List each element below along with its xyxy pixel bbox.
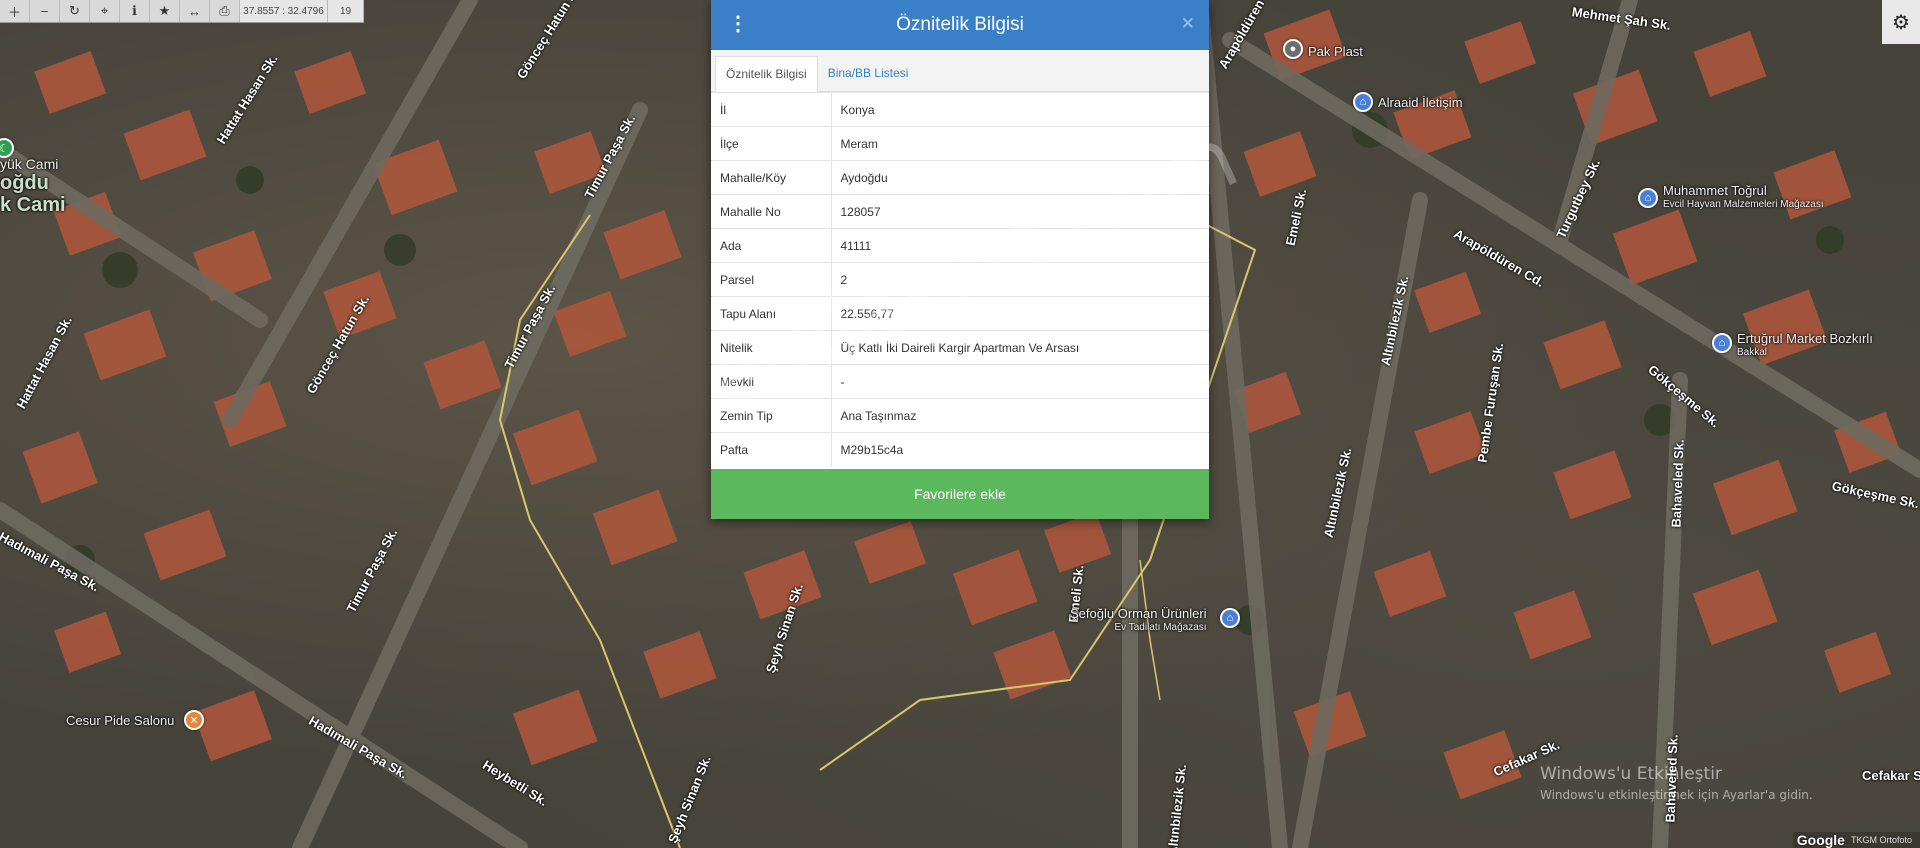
poi-name: Muhammet Toğrul (1663, 183, 1767, 198)
attribute-key: Zemin Tip (711, 398, 832, 433)
poi-label-cami[interactable]: oğdu k Cami (0, 172, 66, 216)
tab-building-list[interactable]: Bina/BB Listesi (818, 55, 919, 91)
kebab-menu-icon[interactable]: ⋮ (728, 12, 748, 36)
measure-icon[interactable]: ↔ (180, 0, 210, 22)
attribute-key: Pafta (711, 432, 832, 467)
locate-icon[interactable]: ⌖ (90, 0, 120, 22)
attribute-key: Nitelik (711, 330, 832, 365)
attribute-value: 128057 (831, 194, 1209, 229)
table-row: Mahalle No 128057 (711, 194, 1209, 229)
poi-label-cesur[interactable]: Cesur Pide Salonu (66, 714, 174, 728)
poi-label-ertugrul[interactable]: Ertuğrul Market Bozkırlı Bakkal (1737, 332, 1873, 360)
street-label: Cefakar Sk. (1862, 768, 1920, 783)
attribute-value: Ana Taşınmaz (831, 398, 1209, 433)
attribute-value: Aydoğdu (831, 160, 1209, 195)
map-attribution: Google TKGM Ortofoto (1792, 832, 1920, 848)
poi-label-sefoglu[interactable]: Şefoğlu Orman Ürünleri Ev Tadilatı Mağaz… (1070, 607, 1207, 635)
attribute-value: 22.556,77 (831, 296, 1209, 331)
attribute-value: Konya (831, 92, 1209, 127)
table-row: İlçe Meram (711, 126, 1209, 161)
zoom-in-icon[interactable]: ＋ (0, 0, 30, 22)
table-row: Nitelik Üç Katlı İki Daireli Kargir Apart… (711, 330, 1209, 365)
shopping-pin-icon[interactable]: ⌂ (1712, 333, 1732, 353)
attribute-key: Tapu Alanı (711, 296, 832, 331)
close-icon[interactable]: ✕ (1181, 14, 1195, 34)
google-logo: Google (1796, 832, 1845, 848)
table-row: Mahalle/Köy Aydoğdu (711, 160, 1209, 195)
modal-title: Öznitelik Bilgisi (896, 14, 1024, 35)
attribute-key: İl (711, 92, 832, 127)
attribute-key: İlçe (711, 126, 832, 161)
modal-header: ⋮ Öznitelik Bilgisi ✕ (711, 0, 1209, 50)
poi-label-pak-plast[interactable]: Pak Plast (1308, 45, 1363, 59)
poi-label-muhammet[interactable]: Muhammet Toğrul Evcil Hayvan Malzemeleri… (1663, 184, 1824, 212)
shopping-pin-icon[interactable]: ⌂ (1638, 188, 1658, 208)
table-row: Tapu Alanı 22.556,77 (711, 296, 1209, 331)
street-label: Bahaveled Sk. (1668, 439, 1687, 528)
attribute-key: Parsel (711, 262, 832, 297)
attribute-value: - (831, 364, 1209, 399)
restaurant-pin-icon[interactable]: ✕ (184, 710, 204, 730)
poi-name: k Cami (0, 194, 66, 216)
poi-category: Evcil Hayvan Malzemeleri Mağazası (1663, 199, 1824, 210)
attribution-text: TKGM Ortofoto (1850, 835, 1912, 845)
gear-icon[interactable]: ⚙ (1882, 0, 1920, 44)
attribute-info-modal: ⋮ Öznitelik Bilgisi ✕ Öznitelik Bilgisi … (711, 0, 1209, 519)
table-row: Ada 41111 (711, 228, 1209, 263)
shopping-pin-icon[interactable]: ⌂ (1353, 92, 1373, 112)
poi-name: yük Cami (0, 156, 59, 172)
add-to-favorites-button[interactable]: Favorilere ekle (711, 469, 1209, 519)
info-icon[interactable]: ℹ (120, 0, 150, 22)
attribute-key: Ada (711, 228, 832, 263)
attribute-value: 2 (831, 262, 1209, 297)
attribute-key: Mahalle No (711, 194, 832, 229)
table-row: İl Konya (711, 92, 1209, 127)
refresh-icon[interactable]: ↻ (60, 0, 90, 22)
zoom-level-display: 19 (328, 0, 364, 22)
tab-attribute-info[interactable]: Öznitelik Bilgisi (715, 56, 818, 92)
attribute-value: Meram (831, 126, 1209, 161)
table-row: Zemin Tip Ana Taşınmaz (711, 398, 1209, 433)
shopping-pin-icon[interactable]: ⌂ (1220, 608, 1240, 628)
activation-title: Windows'u Etkinleştir (1540, 764, 1722, 784)
table-row: Mevkii - (711, 364, 1209, 399)
table-row: Parsel 2 (711, 262, 1209, 297)
store-pin-icon[interactable]: ● (1283, 39, 1303, 59)
poi-name: Ertuğrul Market Bozkırlı (1737, 331, 1873, 346)
windows-activation-notice: Windows'u Etkinleştir Windows'u etkinleş… (1540, 764, 1813, 802)
poi-name: Şefoğlu Orman Ürünleri (1070, 606, 1207, 621)
attribute-key: Mevkii (711, 364, 832, 399)
attribute-value: Üç Katlı İki Daireli Kargir Apartman Ve … (831, 330, 1209, 365)
poi-category: Bakkal (1737, 347, 1768, 358)
print-icon[interactable]: ⎙ (210, 0, 240, 22)
attribute-table: İl Konya İlçe Meram Mahalle/Köy Aydoğdu Mahall… (711, 92, 1209, 467)
table-row: Pafta M29b15c4a (711, 432, 1209, 467)
attribute-key: Mahalle/Köy (711, 160, 832, 195)
map-toolbar: ＋ − ↻ ⌖ ℹ ★ ↔ ⎙ 37.8557 : 32.4796 19 (0, 0, 364, 23)
activation-subtitle: Windows'u etkinleştirmek için Ayarlar'a … (1540, 788, 1813, 802)
attribute-value: 41111 (831, 228, 1209, 263)
poi-category: Ev Tadilatı Mağazası (1114, 622, 1207, 633)
poi-label-cami[interactable]: yük Cami (0, 155, 58, 173)
zoom-out-icon[interactable]: − (30, 0, 60, 22)
modal-tabs: Öznitelik Bilgisi Bina/BB Listesi (711, 50, 1209, 92)
poi-name: oğdu (0, 172, 49, 194)
attribute-value: M29b15c4a (831, 432, 1209, 467)
coordinates-display: 37.8557 : 32.4796 (240, 0, 328, 22)
poi-label-alraaid[interactable]: Alraaid İletişim (1378, 96, 1463, 110)
star-icon[interactable]: ★ (150, 0, 180, 22)
